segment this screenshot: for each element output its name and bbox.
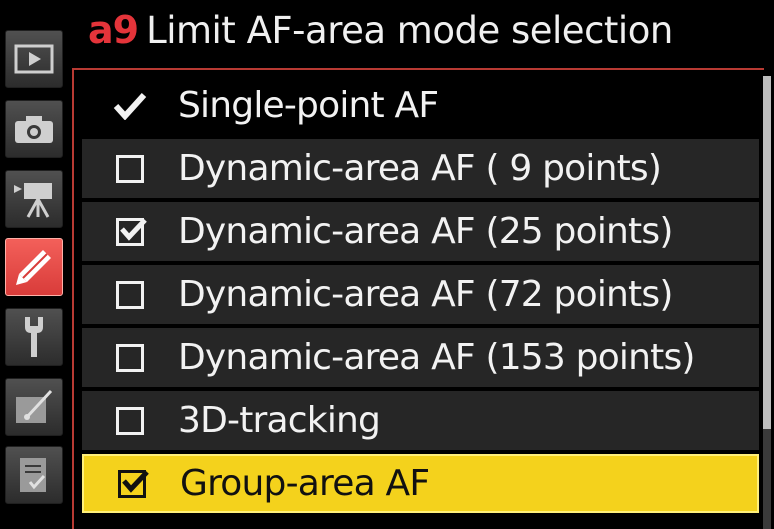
list-item-single-point-af[interactable]: Single-point AF — [82, 76, 759, 135]
pencil-icon — [16, 250, 51, 285]
playback-icon — [14, 44, 54, 74]
list-item-label: Group-area AF — [180, 463, 430, 504]
list-item-dynamic-72[interactable]: Dynamic-area AF (72 points) — [82, 265, 759, 324]
item-mark — [82, 92, 178, 120]
camera-menu-screen: a9 Limit AF-area mode selection Single-p… — [0, 0, 774, 529]
item-mark — [82, 406, 178, 435]
custom-setting-code: a9 — [88, 8, 139, 52]
tab-photo-shooting[interactable] — [5, 100, 63, 158]
item-mark — [82, 217, 178, 246]
tab-setup[interactable] — [5, 308, 63, 366]
list-item-label: Single-point AF — [178, 85, 439, 126]
tab-playback[interactable] — [5, 30, 63, 88]
checkbox-checked-icon[interactable] — [118, 469, 149, 498]
list-item-label: Dynamic-area AF (153 points) — [178, 337, 695, 378]
checkbox-unchecked-icon[interactable] — [116, 280, 144, 309]
camera-icon — [15, 116, 53, 143]
checkbox-unchecked-icon[interactable] — [116, 154, 144, 183]
af-mode-option-list: Single-point AF Dynamic-area AF ( 9 poin… — [82, 76, 759, 517]
scrollbar-thumb[interactable] — [763, 76, 771, 429]
list-item-dynamic-9[interactable]: Dynamic-area AF ( 9 points) — [82, 139, 759, 198]
item-mark — [82, 280, 178, 309]
item-mark — [82, 343, 178, 372]
wrench-icon — [25, 317, 43, 357]
list-item-label: Dynamic-area AF (25 points) — [178, 211, 673, 252]
tab-custom-settings[interactable] — [5, 238, 63, 296]
scrollbar[interactable] — [763, 76, 771, 529]
item-mark — [82, 154, 178, 183]
item-mark — [84, 469, 180, 498]
movie-camera-icon — [14, 183, 52, 218]
list-item-label: Dynamic-area AF (72 points) — [178, 274, 673, 315]
menu-tab-strip — [0, 24, 74, 529]
page-title: Limit AF-area mode selection — [146, 9, 673, 52]
list-item-dynamic-25[interactable]: Dynamic-area AF (25 points) — [82, 202, 759, 261]
checkmark-icon — [113, 92, 147, 120]
tab-my-menu[interactable] — [5, 446, 63, 504]
retouch-icon — [16, 389, 53, 423]
list-item-3d-tracking[interactable]: 3D-tracking — [82, 391, 759, 450]
checkbox-checked-icon[interactable] — [116, 217, 147, 246]
tab-retouch[interactable] — [5, 378, 63, 436]
my-menu-icon — [20, 458, 46, 492]
check-tick-icon — [120, 217, 147, 241]
list-item-dynamic-153[interactable]: Dynamic-area AF (153 points) — [82, 328, 759, 387]
checkbox-unchecked-icon[interactable] — [116, 406, 144, 435]
list-item-label: 3D-tracking — [178, 400, 381, 441]
menu-header: a9 Limit AF-area mode selection — [88, 8, 673, 62]
list-item-group-area-af[interactable]: Group-area AF — [82, 454, 759, 513]
check-tick-icon — [122, 469, 149, 493]
tab-movie-shooting[interactable] — [5, 170, 63, 228]
checkbox-unchecked-icon[interactable] — [116, 343, 144, 372]
list-item-label: Dynamic-area AF ( 9 points) — [178, 148, 662, 189]
